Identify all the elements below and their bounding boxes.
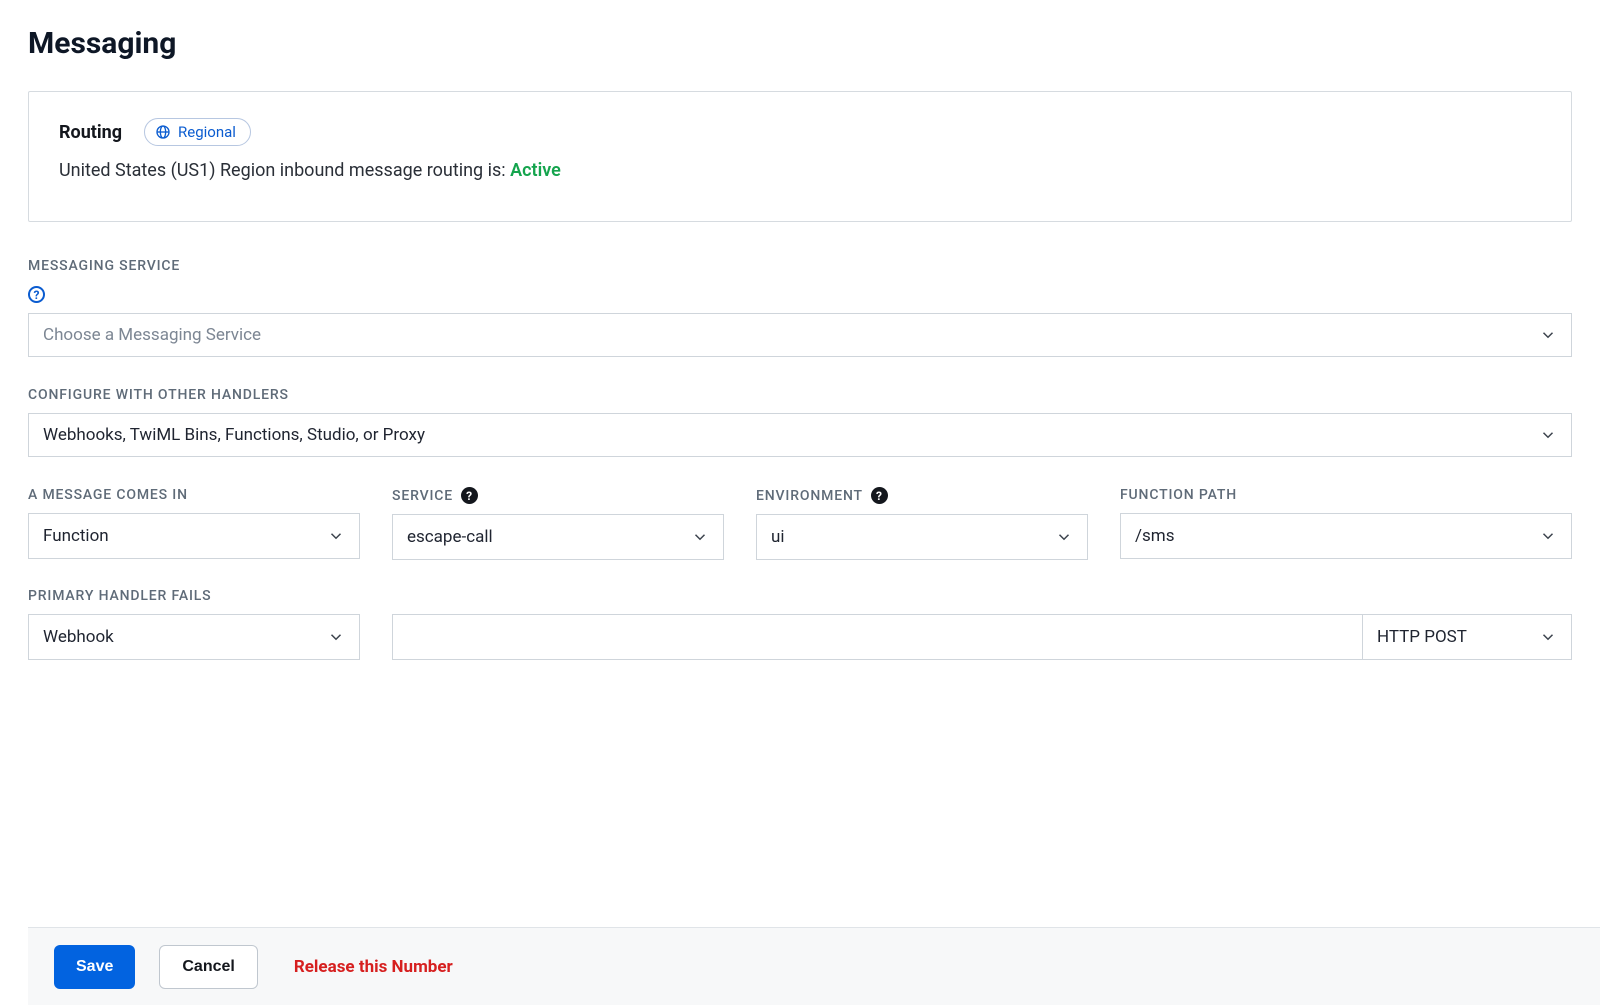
help-icon[interactable]: ? — [871, 487, 888, 504]
config-handlers-select-value: Webhooks, TwiML Bins, Functions, Studio,… — [43, 425, 425, 445]
page-title: Messaging — [28, 0, 1572, 91]
config-handlers-group: CONFIGURE WITH OTHER HANDLERS Webhooks, … — [28, 387, 1572, 457]
environment-label-wrap: ENVIRONMENT ? — [756, 487, 1088, 504]
primary-fails-url-method-field: . HTTP POST — [392, 588, 1572, 660]
cancel-button[interactable]: Cancel — [159, 945, 257, 989]
function-path-field: FUNCTION PATH /sms — [1120, 487, 1572, 560]
message-comes-in-field: A MESSAGE COMES IN Function — [28, 487, 360, 560]
routing-header: Routing Regional — [59, 118, 1541, 146]
service-label-wrap: SERVICE ? — [392, 487, 724, 504]
chevron-down-icon — [327, 628, 345, 646]
chevron-down-icon — [1539, 628, 1557, 646]
footer-actions: Save Cancel Release this Number — [28, 927, 1600, 1005]
service-field: SERVICE ? escape-call — [392, 487, 724, 560]
routing-description: United States (US1) Region inbound messa… — [59, 160, 1541, 181]
help-icon[interactable]: ? — [28, 286, 45, 303]
config-handlers-label: CONFIGURE WITH OTHER HANDLERS — [28, 387, 1572, 403]
chevron-down-icon — [1539, 527, 1557, 545]
service-select[interactable]: escape-call — [392, 514, 724, 560]
primary-fails-method-select[interactable]: HTTP POST — [1362, 614, 1572, 660]
chevron-down-icon — [1539, 326, 1557, 344]
function-path-label: FUNCTION PATH — [1120, 487, 1572, 503]
chevron-down-icon — [691, 528, 709, 546]
primary-handler-fails-row: PRIMARY HANDLER FAILS Webhook . HTTP POS… — [28, 588, 1572, 660]
chevron-down-icon — [327, 527, 345, 545]
messaging-service-select-value: Choose a Messaging Service — [43, 325, 261, 345]
help-icon[interactable]: ? — [461, 487, 478, 504]
messaging-service-label: MESSAGING SERVICE — [28, 258, 1572, 274]
primary-fails-field: PRIMARY HANDLER FAILS Webhook — [28, 588, 360, 660]
routing-heading: Routing — [59, 122, 122, 143]
function-path-select[interactable]: /sms — [1120, 513, 1572, 559]
environment-select[interactable]: ui — [756, 514, 1088, 560]
config-handlers-select[interactable]: Webhooks, TwiML Bins, Functions, Studio,… — [28, 413, 1572, 457]
message-comes-in-value: Function — [43, 526, 109, 546]
function-path-value: /sms — [1135, 526, 1174, 546]
service-value: escape-call — [407, 527, 493, 547]
incoming-handler-row: A MESSAGE COMES IN Function SERVICE ? es… — [28, 487, 1572, 560]
globe-icon — [155, 124, 171, 140]
messaging-service-group: MESSAGING SERVICE ? Choose a Messaging S… — [28, 258, 1572, 357]
messaging-service-select[interactable]: Choose a Messaging Service — [28, 313, 1572, 357]
chevron-down-icon — [1055, 528, 1073, 546]
primary-fails-type-value: Webhook — [43, 627, 114, 647]
service-label: SERVICE — [392, 488, 453, 504]
messaging-settings-page: Messaging Routing Regional United States… — [0, 0, 1600, 1005]
primary-fails-method-value: HTTP POST — [1377, 627, 1467, 647]
message-comes-in-label: A MESSAGE COMES IN — [28, 487, 360, 503]
environment-field: ENVIRONMENT ? ui — [756, 487, 1088, 560]
environment-label: ENVIRONMENT — [756, 488, 863, 504]
primary-fails-label: PRIMARY HANDLER FAILS — [28, 588, 360, 604]
primary-fails-type-select[interactable]: Webhook — [28, 614, 360, 660]
environment-value: ui — [771, 527, 785, 547]
routing-description-text: United States (US1) Region inbound messa… — [59, 160, 510, 181]
release-number-link[interactable]: Release this Number — [294, 957, 453, 977]
primary-fails-url-input[interactable] — [392, 614, 1362, 660]
routing-panel: Routing Regional United States (US1) Reg… — [28, 91, 1572, 222]
chevron-down-icon — [1539, 426, 1557, 444]
message-comes-in-select[interactable]: Function — [28, 513, 360, 559]
routing-status: Active — [510, 160, 561, 181]
save-button[interactable]: Save — [54, 945, 135, 989]
regional-badge[interactable]: Regional — [144, 118, 251, 146]
regional-badge-label: Regional — [178, 123, 236, 141]
